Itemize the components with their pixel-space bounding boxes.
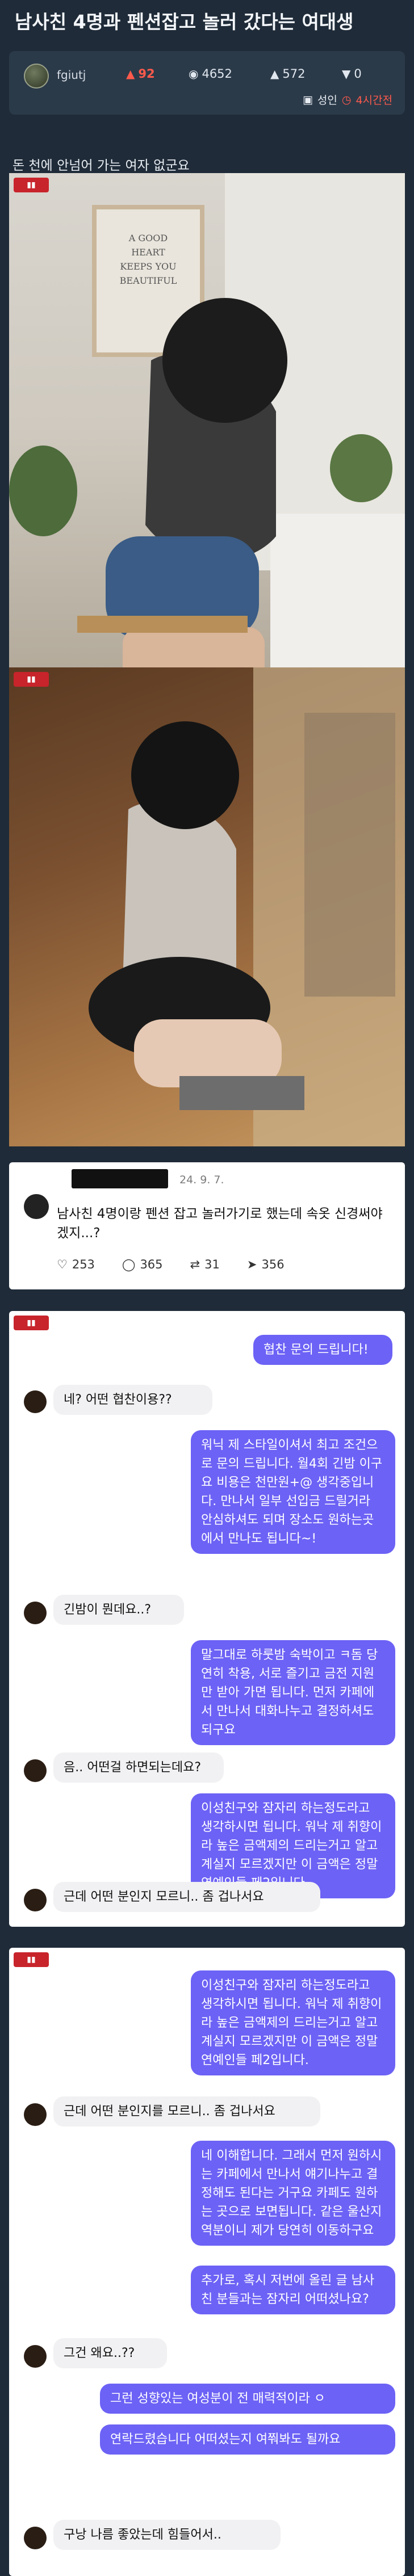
like-button[interactable]: ▲ 572 [270, 67, 305, 81]
chat-in-message: 구낭 나름 좋았는데 힘들어서.. [53, 2520, 281, 2550]
chat-avatar [24, 2345, 47, 2368]
redacted-username [72, 1169, 168, 1188]
fire-icon: ▲ [126, 67, 135, 81]
thumbs-up-icon: ▲ [270, 67, 279, 81]
dislike-count: 0 [354, 67, 362, 81]
chat-screenshot-1: ▮▮ 협찬 문의 드립니다! 네? 어떤 협찬이용?? 워닉 제 스타일이셔서 … [9, 1311, 405, 1927]
fire-stat: ▲ 92 [126, 67, 155, 81]
svg-text:BEAUTIFUL: BEAUTIFUL [120, 275, 177, 286]
chat-out-message: 그런 성향있는 여성분이 전 매력적이라 ㅇ [100, 2384, 395, 2414]
chat-in-message: 긴밤이 뭔데요..? [53, 1595, 184, 1625]
chat-out-message: 협찬 문의 드립니다! [253, 1335, 392, 1365]
comment-button[interactable]: ◯ 365 [122, 1258, 163, 1271]
thumbs-down-icon: ▼ [342, 67, 351, 81]
category-label[interactable]: 성인 [317, 92, 337, 107]
card-date: 24. 9. 7. [179, 1174, 224, 1186]
chat-in-message: 그건 왜요..?? [53, 2338, 167, 2368]
view-count: 4652 [202, 67, 232, 81]
chat-avatar [24, 2527, 47, 2549]
like-count: 572 [282, 67, 306, 81]
repost-button[interactable]: ⇄ 31 [190, 1258, 220, 1271]
comment-count: 365 [140, 1258, 163, 1271]
chat-avatar [24, 1759, 47, 1782]
post-photo-2: ▮▮ [9, 667, 405, 1146]
post-body-text: 돈 천에 안넘어 가는 여자 없군요 [12, 158, 190, 173]
watermark-logo-4: ▮▮ [14, 1952, 49, 1967]
card-text: 남사친 4명이랑 펜션 잡고 놀러가기로 했는데 속옷 신경써야겠지...? [57, 1207, 383, 1241]
chat-screenshot-2: ▮▮ 이성친구와 잠자리 하는정도라고 생각하시면 됩니다. 워낙 제 취향이라… [9, 1948, 405, 2576]
sitemap-icon: ▣ [302, 93, 313, 106]
heart-button[interactable]: ♡ 253 [57, 1258, 95, 1271]
chat-out-message: 연락드렸습니다 어떠셨는지 여쭤봐도 될까요 [100, 2424, 395, 2455]
chat-out-message: 이성친구와 잠자리 하는정도라고 생각하시면 됩니다. 워낙 제 취향이라 높은… [191, 1970, 395, 2075]
author-name[interactable]: fgiutj [57, 68, 86, 82]
post-title: 남사친 4명과 펜션잡고 놀러 갔다는 여대생 [15, 11, 354, 33]
svg-text:HEART: HEART [131, 247, 165, 258]
chat-out-message: 네 이해합니다. 그래서 먼저 원하시는 카페에서 만나서 얘기나누고 결정해도… [191, 2141, 395, 2246]
sns-post-card: 24. 9. 7. 남사친 4명이랑 펜션 잡고 놀러가기로 했는데 속옷 신경… [9, 1162, 405, 1289]
chat-avatar [24, 2103, 47, 2126]
chat-in-message: 네? 어떤 협찬이용?? [53, 1385, 212, 1415]
fire-count: 92 [138, 67, 155, 81]
chat-avatar [24, 1602, 47, 1624]
repost-count: 31 [204, 1258, 220, 1271]
chat-in-message: 근데 어떤 분인지를 모르니.. 좀 겁나서요 [53, 2096, 320, 2127]
chat-avatar [24, 1390, 47, 1413]
post-meta-box: fgiutj ▲ 92 ◉ 4652 ▲ 572 ▼ 0 ▣ 성인 ◷ 4시간전 [9, 51, 405, 115]
author-avatar[interactable] [24, 64, 49, 89]
chat-out-message: 추가로, 혹시 저번에 올린 글 남사친 분들과는 잠자리 어떠셨나요? [191, 2266, 395, 2314]
share-count: 356 [261, 1258, 285, 1271]
svg-text:KEEPS YOU: KEEPS YOU [120, 261, 176, 272]
dislike-button[interactable]: ▼ 0 [342, 67, 362, 81]
heart-icon: ♡ [57, 1258, 68, 1271]
repost-icon: ⇄ [190, 1258, 200, 1271]
clock-icon: ◷ [341, 93, 352, 106]
chat-out-message: 워닉 제 스타일이셔서 최고 조건으로 문의 드립니다. 월4회 긴밤 이구요 … [191, 1430, 395, 1554]
card-avatar[interactable] [24, 1194, 49, 1219]
eye-icon: ◉ [189, 67, 199, 81]
post-info-row: ▣ 성인 ◷ 4시간전 [303, 92, 392, 107]
share-button[interactable]: ➤ 356 [247, 1258, 285, 1271]
chat-in-message: 음.. 어떤걸 하면되는데요? [53, 1753, 224, 1783]
heart-count: 253 [72, 1258, 95, 1271]
views-stat: ◉ 4652 [189, 67, 232, 81]
photo-2-scene [89, 667, 405, 1146]
poster-text: A GOOD [128, 233, 168, 243]
card-actions: ♡ 253 ◯ 365 ⇄ 31 ➤ 356 [57, 1258, 285, 1271]
chat-in-message: 근데 어떤 분인지 모르니.. 좀 겁나서요 [53, 1882, 320, 1912]
comment-icon: ◯ [122, 1258, 136, 1271]
watermark-logo-3: ▮▮ [14, 1316, 49, 1330]
chat-avatar [24, 1889, 47, 1911]
send-icon: ➤ [246, 1258, 257, 1271]
chat-out-message: 말그대로 하룻밤 숙박이고 ㅋ돔 당연히 착용, 서로 즐기고 금전 지원만 받… [191, 1640, 395, 1745]
post-time: 4시간전 [356, 94, 392, 107]
